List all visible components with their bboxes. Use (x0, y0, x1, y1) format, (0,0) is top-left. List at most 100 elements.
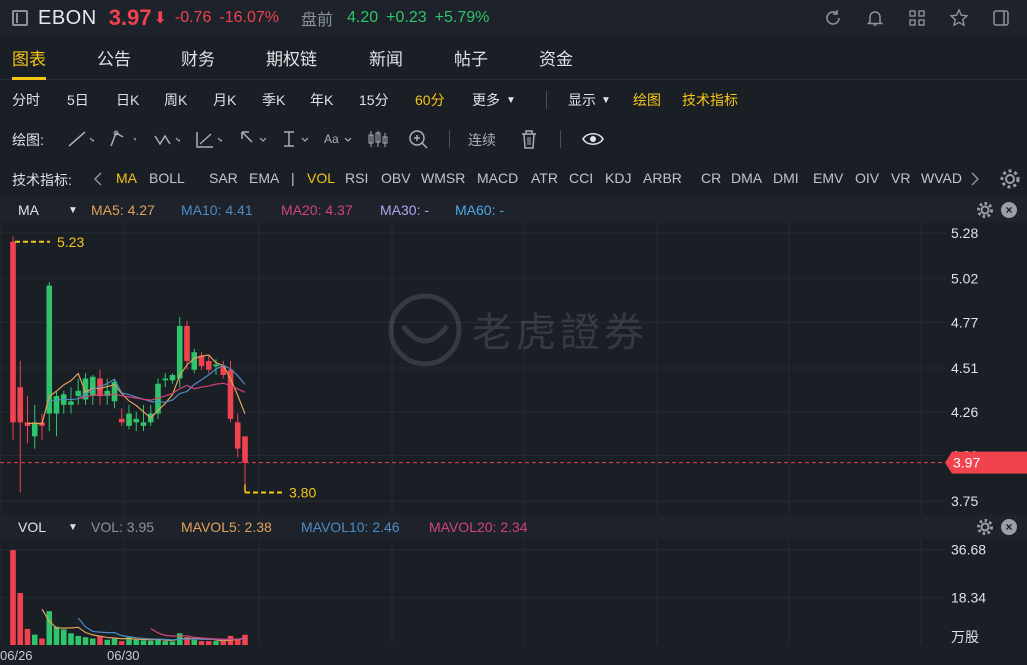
indicator-rsi[interactable]: RSI (345, 170, 368, 186)
gear-icon[interactable] (999, 168, 1021, 190)
mavol5-value: MAVOL5: 2.38 (181, 519, 272, 535)
price-change: -0.76 (174, 9, 212, 26)
tab-chart[interactable]: 图表 (12, 40, 46, 80)
indicator-dmi[interactable]: DMI (773, 170, 799, 186)
period-5day[interactable]: 5日 (67, 90, 89, 110)
indicator-macd[interactable]: MACD (477, 170, 518, 186)
vol-selector[interactable]: VOL (18, 519, 46, 535)
more-chevron-down-icon[interactable]: ▼ (506, 95, 516, 106)
gear-icon[interactable] (976, 201, 994, 219)
divider (560, 130, 561, 148)
chevron-left-icon[interactable] (92, 171, 104, 187)
ma-legend: MA ▼ MA5: 4.27 MA10: 4.41 MA20: 4.37 MA3… (0, 198, 1027, 222)
candlestick-chart[interactable]: 老虎證券5.285.024.774.514.264.013.755.233.80… (0, 222, 1027, 515)
period-daily[interactable]: 日K (116, 90, 139, 110)
vol-chevron-down-icon[interactable]: ▼ (68, 522, 78, 533)
text-tool[interactable]: Aa (324, 132, 339, 146)
period-intraday[interactable]: 分时 (12, 90, 40, 110)
volume-bar (191, 639, 198, 645)
zoom-icon[interactable] (407, 128, 435, 150)
watermark: 老虎證券 (388, 293, 644, 367)
period-quarterly[interactable]: 季K (262, 90, 285, 110)
period-yearly[interactable]: 年K (310, 90, 333, 110)
tab-capital[interactable]: 资金 (539, 40, 573, 80)
measure-tool-icon[interactable] (280, 128, 308, 150)
volume-bar (220, 641, 227, 645)
price-axis-label: 5.28 (951, 225, 978, 241)
indicator-vol[interactable]: VOL (307, 170, 335, 186)
candle-tool-icon[interactable] (366, 128, 394, 150)
quote-header: EBON 3.97 ⬇ -0.76 -16.07% 盘前 4.20 +0.23 … (0, 0, 1027, 36)
volume-bar (111, 638, 118, 645)
tech-indicator-toggle[interactable]: 技术指标 (682, 90, 738, 110)
price-axis-label: 4.26 (951, 404, 978, 420)
draw-toggle[interactable]: 绘图 (633, 90, 661, 110)
volume-bar (205, 641, 212, 645)
grid-icon[interactable] (905, 6, 929, 30)
volume-bar (89, 638, 96, 645)
candle-body (140, 422, 147, 426)
indicator-sar[interactable]: SAR (209, 170, 238, 186)
period-60min[interactable]: 60分 (415, 90, 445, 110)
indicator-obv[interactable]: OBV (381, 170, 411, 186)
bell-icon[interactable] (863, 6, 887, 30)
close-icon[interactable]: × (1001, 202, 1017, 218)
indicator-cr[interactable]: CR (701, 170, 721, 186)
candle-body (31, 422, 38, 437)
eye-icon[interactable] (581, 128, 609, 150)
ma10-value: MA10: 4.41 (181, 202, 253, 218)
volume-chart[interactable]: 36.68 18.34 万股 (0, 539, 1027, 645)
volume-bar (198, 641, 205, 645)
indicator-ma[interactable]: MA (116, 170, 137, 186)
display-chevron-down-icon[interactable]: ▼ (601, 95, 611, 106)
refresh-icon[interactable] (821, 6, 845, 30)
sidebar-toggle-icon[interactable] (12, 10, 28, 26)
panel-right-icon[interactable] (989, 6, 1013, 30)
low-label: 3.80 (289, 484, 316, 500)
polyline-tool-icon[interactable] (108, 128, 136, 150)
gear-icon[interactable] (976, 518, 994, 536)
indicator-ema[interactable]: EMA (249, 170, 279, 186)
period-weekly[interactable]: 周K (164, 90, 187, 110)
star-icon[interactable] (947, 6, 971, 30)
wave-tool-icon[interactable] (152, 128, 180, 150)
draw-label: 绘图: (12, 132, 44, 148)
indicator-boll[interactable]: BOLL (149, 170, 185, 186)
last-price: 3.97 (108, 5, 152, 30)
chevron-right-icon[interactable] (969, 171, 981, 187)
period-monthly[interactable]: 月K (213, 90, 236, 110)
tab-options[interactable]: 期权链 (266, 40, 317, 80)
watermark-logo-icon (400, 324, 450, 344)
volume-bar (46, 611, 53, 645)
close-icon[interactable]: × (1001, 519, 1017, 535)
indicator-vr[interactable]: VR (891, 170, 910, 186)
display-menu[interactable]: 显示 (568, 90, 596, 110)
indicator-dma[interactable]: DMA (731, 170, 762, 186)
x-axis-label: 06/30 (107, 648, 140, 663)
indicator-bar: 技术指标: MA BOLL SAR EMA | VOL RSI OBV WMSR MACD ATR C… (0, 164, 1027, 192)
indicator-emv[interactable]: EMV (813, 170, 843, 186)
tab-posts[interactable]: 帖子 (454, 40, 488, 80)
tab-announcements[interactable]: 公告 (97, 40, 131, 80)
tab-financials[interactable]: 财务 (181, 40, 215, 80)
ma-chevron-down-icon[interactable]: ▼ (68, 205, 78, 216)
continuous-draw-toggle[interactable]: 连续 (468, 130, 496, 150)
fib-tool-icon[interactable] (194, 128, 222, 150)
indicator-atr[interactable]: ATR (531, 170, 558, 186)
indicator-wvad[interactable]: WVAD (921, 170, 962, 186)
trash-icon[interactable] (518, 128, 546, 150)
indicator-arbr[interactable]: ARBR (643, 170, 682, 186)
tab-news[interactable]: 新闻 (369, 40, 403, 80)
volume-bar (68, 633, 74, 645)
indicator-wmsr[interactable]: WMSR (421, 170, 465, 186)
period-more[interactable]: 更多 (472, 90, 500, 110)
volume-bar (10, 550, 16, 645)
ma-selector[interactable]: MA (18, 202, 39, 218)
arrow-tool-icon[interactable] (238, 128, 266, 150)
candle-body (162, 378, 169, 381)
indicator-cci[interactable]: CCI (569, 170, 593, 186)
period-15min[interactable]: 15分 (359, 90, 389, 110)
indicator-kdj[interactable]: KDJ (605, 170, 631, 186)
line-tool-icon[interactable] (66, 128, 94, 150)
indicator-oiv[interactable]: OIV (855, 170, 879, 186)
